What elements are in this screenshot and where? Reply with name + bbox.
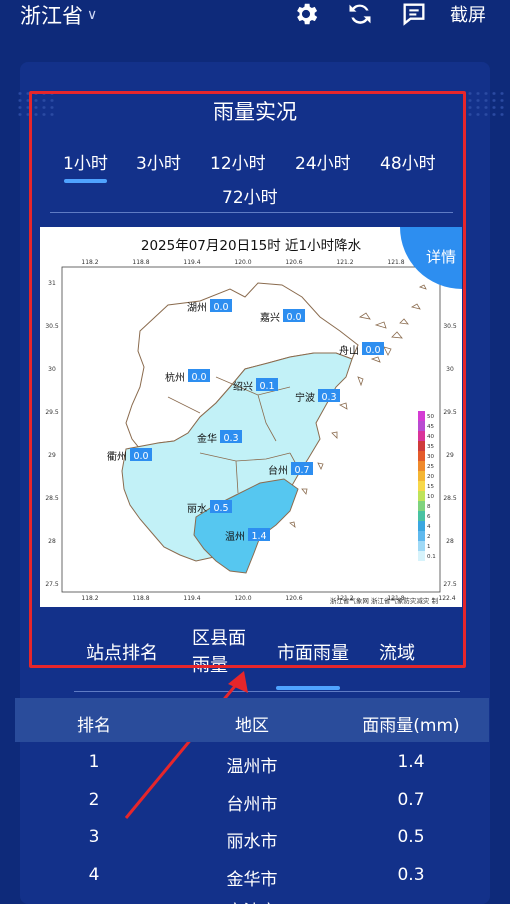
cell-rank: 1 bbox=[88, 752, 100, 772]
col-rainfall: 面雨量(mm) bbox=[362, 716, 460, 736]
col-rank: 排名 bbox=[77, 716, 111, 736]
cell-region: 丽水市 bbox=[226, 832, 278, 852]
cell-rainfall: 0.3 bbox=[397, 864, 425, 885]
cell-rainfall: 0.7 bbox=[397, 789, 425, 810]
cell-rank: 2 bbox=[88, 789, 100, 810]
col-region: 地区 bbox=[235, 716, 269, 736]
cell-rainfall: 1.4 bbox=[397, 752, 425, 772]
cell-rank: 3 bbox=[88, 827, 100, 847]
cell-region-partial: 宁波市 bbox=[227, 897, 278, 904]
cell-region: 台州市 bbox=[226, 794, 278, 815]
cell-region: 金华市 bbox=[226, 869, 278, 890]
cell-rank: 4 bbox=[88, 864, 100, 885]
cell-rainfall: 0.5 bbox=[397, 827, 425, 847]
cell-region: 温州市 bbox=[226, 757, 278, 777]
